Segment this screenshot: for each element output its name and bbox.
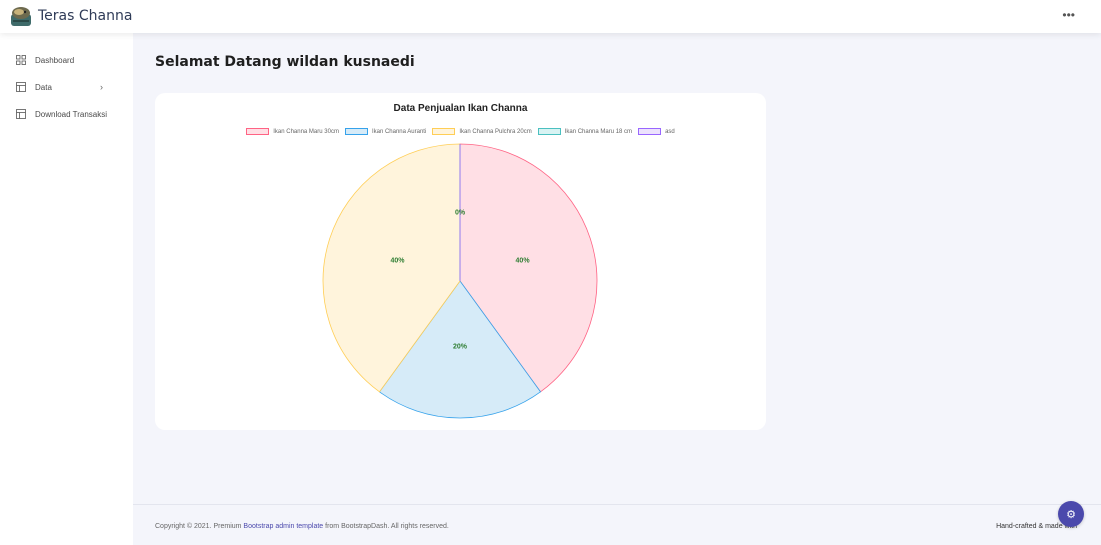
grid-icon — [16, 55, 26, 65]
pie-data-label: 20% — [453, 344, 468, 351]
page-title: Selamat Datang wildan kusnaedi — [155, 54, 415, 70]
sidebar-item-label: Dashboard — [35, 55, 75, 65]
sidebar-item-label: Data — [35, 82, 52, 92]
chart-card: Data Penjualan Ikan Channa Ikan Channa M… — [155, 93, 766, 430]
copyright-suffix: from BootstrapDash. All rights reserved. — [323, 523, 449, 530]
bootstrap-template-link[interactable]: Bootstrap admin template — [243, 523, 323, 530]
layout-icon — [16, 109, 26, 119]
sidebar-item-label: Download Transaksi — [35, 109, 108, 119]
footer-copyright: Copyright © 2021. Premium Bootstrap admi… — [155, 523, 449, 530]
pie-data-label: 0% — [455, 209, 466, 216]
sidebar-item-data[interactable]: Data › — [16, 82, 126, 92]
main-content: Selamat Datang wildan kusnaedi Data Penj… — [133, 33, 1101, 504]
sidebar-item-download-transaksi[interactable]: Download Transaksi — [16, 109, 107, 119]
layout-icon — [16, 82, 26, 92]
settings-gear-icon[interactable]: ⚙ — [1058, 501, 1084, 527]
fab-glyph: ⚙ — [1066, 508, 1076, 521]
copyright-prefix: Copyright © 2021. Premium — [155, 523, 244, 530]
top-navbar: Teras Channa ••• — [0, 0, 1101, 33]
sidebar: Dashboard Data › Download Transaksi — [0, 33, 133, 545]
pie-chart: 40% 20% 40% 0% — [322, 143, 598, 419]
channa-fish-logo-icon — [11, 7, 31, 26]
pie-data-label: 40% — [390, 258, 405, 265]
brand[interactable]: Teras Channa — [10, 5, 132, 27]
more-horizontal-icon[interactable]: ••• — [1062, 8, 1075, 22]
pie-data-label: 40% — [516, 258, 531, 265]
chevron-right-icon[interactable]: › — [100, 82, 103, 92]
sidebar-item-dashboard[interactable]: Dashboard — [16, 55, 74, 65]
app-title: Teras Channa — [38, 8, 133, 24]
footer: Copyright © 2021. Premium Bootstrap admi… — [133, 504, 1101, 545]
